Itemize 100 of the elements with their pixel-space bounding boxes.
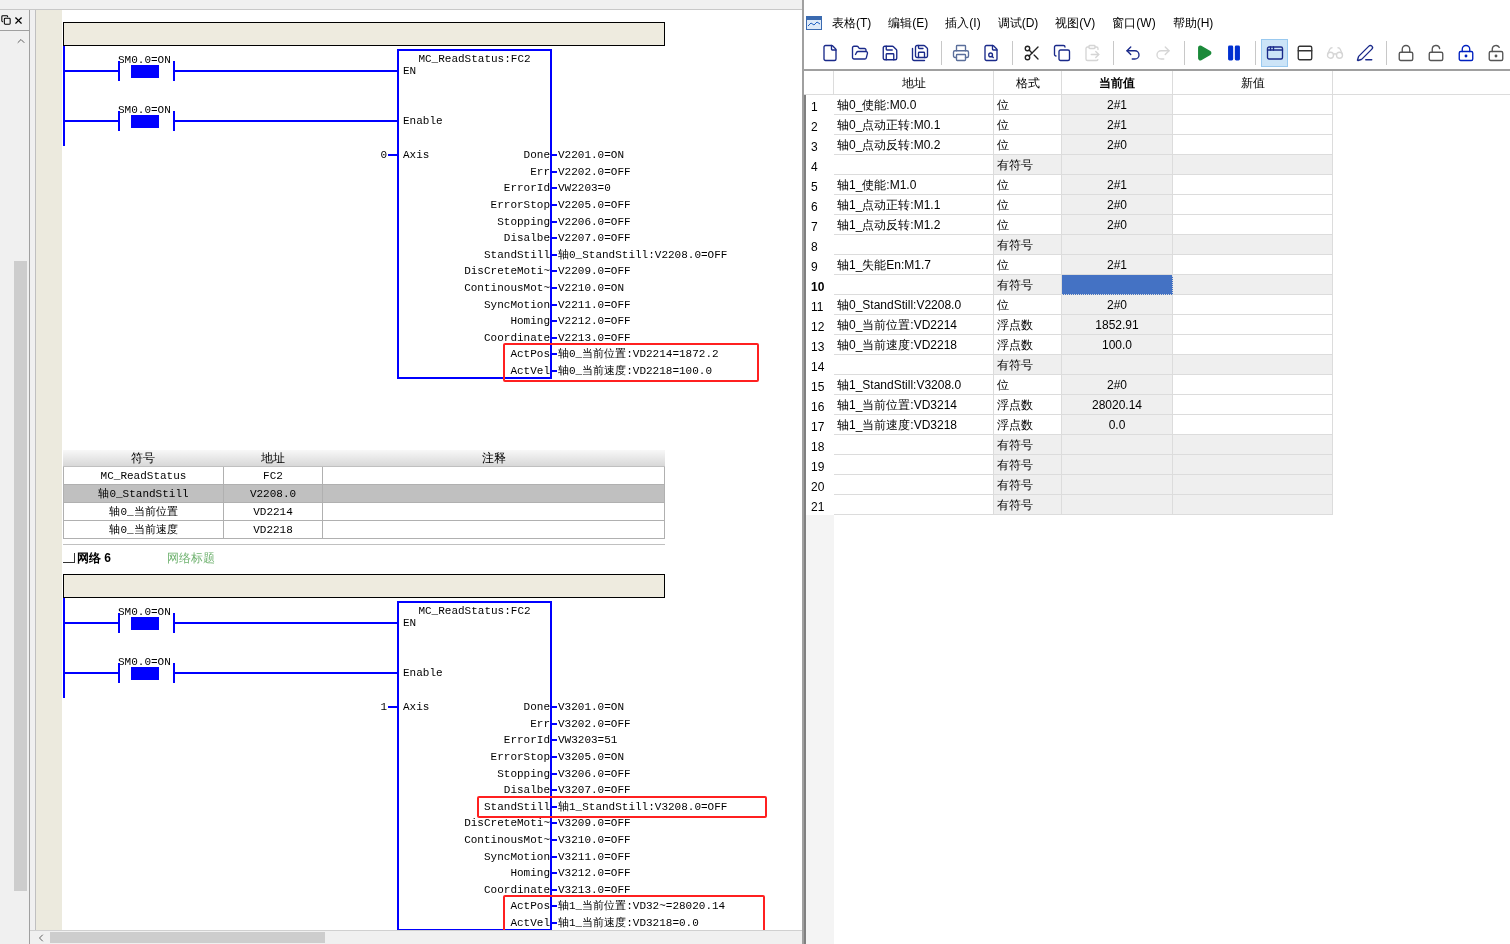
table-cell: 轴0_当前速度:VD2218 <box>834 335 994 355</box>
chart-window-icon[interactable] <box>806 16 822 30</box>
table-cell: VD2214 <box>224 503 323 520</box>
chart-row[interactable]: 3 轴0_点动反转:M0.2 位 2#0 <box>804 135 1510 155</box>
table-cell: 2#1 <box>1062 175 1173 195</box>
output-value: V3206.0=OFF <box>557 767 631 780</box>
column-header: 符号 <box>130 450 156 466</box>
output-pin-label: ErrorId <box>503 182 550 195</box>
output-value: V2205.0=OFF <box>557 199 631 212</box>
chart-row[interactable]: 20 有符号 <box>804 475 1510 495</box>
output-pin-label: ErrorStop <box>490 199 550 212</box>
menu-item[interactable]: 编辑(E) <box>888 14 929 32</box>
output-pin-label: Err <box>530 165 550 178</box>
output-value: V2213.0=OFF <box>557 331 631 344</box>
output-value: 轴1_StandStill:V3208.0=OFF <box>557 800 728 813</box>
chart-row[interactable]: 5 轴1_使能:M1.0 位 2#1 <box>804 175 1510 195</box>
column-header: 地址 <box>834 71 994 94</box>
chart-row[interactable]: 2 轴0_点动正转:M0.1 位 2#1 <box>804 115 1510 135</box>
table-cell: 轴0_当前位置:VD2214 <box>834 315 994 335</box>
chart-row[interactable]: 9 轴1_失能En:M1.7 位 2#1 <box>804 255 1510 275</box>
chart-row[interactable]: 10 有符号 <box>804 275 1510 295</box>
contact-label: SM0.0=ON <box>118 104 171 116</box>
output-value: 轴0_StandStill:V2208.0=OFF <box>557 248 728 261</box>
output-value: V3213.0=OFF <box>557 883 631 896</box>
chart-row[interactable]: 12 轴0_当前位置:VD2214 浮点数 1852.91 <box>804 315 1510 335</box>
output-value: V2207.0=OFF <box>557 232 631 245</box>
input-pin-label: Axis <box>403 701 430 713</box>
table-cell: 位 <box>994 195 1062 215</box>
menu-item[interactable]: 视图(V) <box>1055 14 1096 32</box>
output-pin-label: ErrorStop <box>490 751 550 764</box>
table-cell: 浮点数 <box>994 415 1062 435</box>
table-cell: 28020.14 <box>1062 395 1173 415</box>
network-comment-bar[interactable] <box>63 22 665 46</box>
network-label: 网络 6 <box>77 550 112 567</box>
output-value: V3205.0=ON <box>557 751 624 764</box>
output-value: V2209.0=OFF <box>557 265 631 278</box>
chart-row[interactable]: 18 有符号 <box>804 435 1510 455</box>
output-pin-label: StandStill <box>484 800 550 813</box>
table-cell: 位 <box>994 255 1062 275</box>
block-title: MC_ReadStatus:FC2 <box>417 605 532 617</box>
column-header: 新值 <box>1173 71 1333 94</box>
horizontal-scrollbar[interactable] <box>30 930 802 944</box>
output-pin-label: ContinousMot~ <box>464 282 550 295</box>
table-cell: 轴0_点动反转:M0.2 <box>834 135 994 155</box>
table-cell: 轴0_当前速度 <box>64 521 224 538</box>
close-icon[interactable] <box>13 14 24 26</box>
chart-row[interactable]: 17 轴1_当前速度:VD3218 浮点数 0.0 <box>804 415 1510 435</box>
chart-status-button[interactable] <box>1261 38 1288 67</box>
chart-row[interactable]: 13 轴0_当前速度:VD2218 浮点数 100.0 <box>804 335 1510 355</box>
output-pin-label: Err <box>530 717 550 730</box>
chart-row[interactable]: 7 轴1_点动反转:M1.2 位 2#0 <box>804 215 1510 235</box>
symbol-row[interactable]: 轴0_当前速度 VD2218 <box>63 521 665 539</box>
output-pin-label: StandStill <box>484 248 550 261</box>
table-cell: 2#1 <box>1062 115 1173 135</box>
output-value: V2212.0=OFF <box>557 315 631 328</box>
chart-row[interactable]: 4 有符号 <box>804 155 1510 175</box>
table-cell: VD2218 <box>224 521 323 538</box>
menu-item[interactable]: 表格(T) <box>832 14 872 32</box>
input-pin-label: Enable <box>403 667 443 679</box>
input-pin-label: EN <box>403 65 417 77</box>
menu-item[interactable]: 帮助(H) <box>1172 14 1214 32</box>
table-cell: MC_ReadStatus <box>64 467 224 484</box>
chart-row[interactable]: 1 轴0_使能:M0.0 位 2#1 <box>804 95 1510 115</box>
symbol-row[interactable]: MC_ReadStatus FC2 <box>63 467 665 485</box>
chart-row[interactable]: 15 轴1_StandStill:V3208.0 位 2#0 <box>804 375 1510 395</box>
table-cell: 2#1 <box>1062 255 1173 275</box>
chart-row[interactable]: 19 有符号 <box>804 455 1510 475</box>
chart-row[interactable]: 21 有符号 <box>804 495 1510 515</box>
output-pin-label: Done <box>523 149 550 162</box>
axis-value: 0 <box>379 149 388 162</box>
output-pin-label: DisCreteMoti~ <box>464 265 550 278</box>
symbol-row[interactable]: 轴0_StandStill V2208.0 <box>63 485 665 503</box>
table-cell: 位 <box>994 115 1062 135</box>
scrollbar-thumb[interactable] <box>14 261 27 891</box>
block-title: MC_ReadStatus:FC2 <box>417 53 532 65</box>
menu-item[interactable]: 插入(I) <box>945 14 981 32</box>
table-cell: 位 <box>994 215 1062 235</box>
table-cell: 有符号 <box>994 355 1062 375</box>
scrollbar-thumb[interactable] <box>50 932 325 943</box>
table-cell: FC2 <box>224 467 323 484</box>
chart-row[interactable]: 16 轴1_当前位置:VD3214 浮点数 28020.14 <box>804 395 1510 415</box>
restore-icon[interactable] <box>1 15 11 25</box>
output-pin-label: Homing <box>510 867 550 880</box>
input-pin-label: Enable <box>403 115 443 127</box>
menu-item[interactable]: 调试(D) <box>997 14 1039 32</box>
chart-row[interactable]: 8 有符号 <box>804 235 1510 255</box>
table-cell: 位 <box>994 175 1062 195</box>
symbol-row[interactable]: 轴0_当前位置 VD2214 <box>63 503 665 521</box>
chart-row[interactable]: 11 轴0_StandStill:V2208.0 位 2#0 <box>804 295 1510 315</box>
output-value: V3202.0=OFF <box>557 717 631 730</box>
network-comment-bar[interactable] <box>63 574 665 598</box>
table-cell: 位 <box>994 95 1062 115</box>
table-cell: 有符号 <box>994 275 1062 295</box>
table-cell: 浮点数 <box>994 315 1062 335</box>
menu-item[interactable]: 窗口(W) <box>1112 14 1156 32</box>
collapse-icon[interactable] <box>63 553 75 563</box>
table-cell: 轴1_使能:M1.0 <box>834 175 994 195</box>
chart-row[interactable]: 6 轴1_点动正转:M1.1 位 2#0 <box>804 195 1510 215</box>
chart-row[interactable]: 14 有符号 <box>804 355 1510 375</box>
table-cell: 轴1_点动正转:M1.1 <box>834 195 994 215</box>
